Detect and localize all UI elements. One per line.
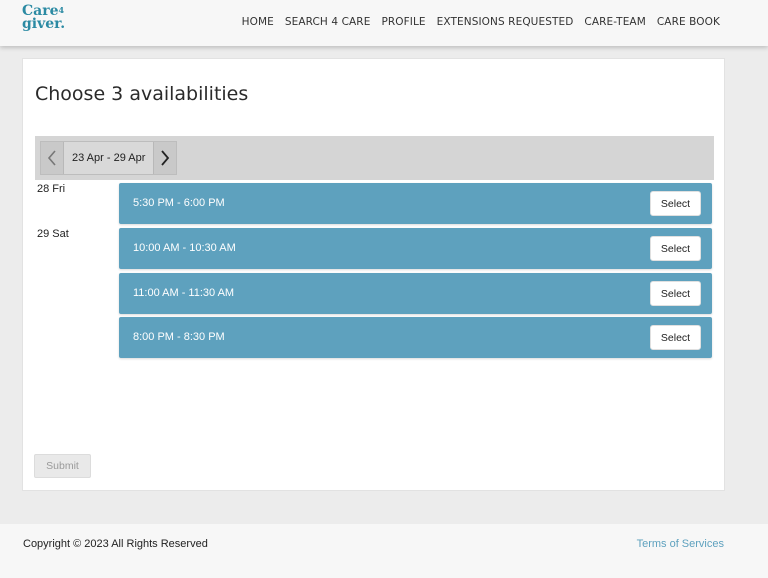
week-navigation-bar: 23 Apr - 29 Apr xyxy=(35,136,714,180)
nav-care-book[interactable]: CARE BOOK xyxy=(657,16,720,28)
slot-time: 10:00 AM - 10:30 AM xyxy=(133,242,236,254)
time-slot[interactable]: 10:00 AM - 10:30 AM Select xyxy=(119,228,712,269)
select-button[interactable]: Select xyxy=(650,191,701,216)
select-button[interactable]: Select xyxy=(650,281,701,306)
week-selector: 23 Apr - 29 Apr xyxy=(40,141,178,175)
nav-extensions-requested[interactable]: EXTENSIONS REQUESTED xyxy=(437,16,574,28)
availability-card: Choose 3 availabilities 23 Apr - 29 Apr … xyxy=(22,58,725,491)
chevron-left-icon xyxy=(47,150,56,166)
time-slot[interactable]: 11:00 AM - 11:30 AM Select xyxy=(119,273,712,314)
chevron-right-icon xyxy=(161,150,170,166)
nav-care-team[interactable]: CARE-TEAM xyxy=(584,16,645,28)
top-header: Care4 giver. HOME SEARCH 4 CARE PROFILE … xyxy=(0,0,768,46)
page-footer: Copyright © 2023 All Rights Reserved Ter… xyxy=(0,524,768,578)
caregiver-logo[interactable]: Care4 giver. xyxy=(22,4,66,32)
slot-time: 11:00 AM - 11:30 AM xyxy=(133,287,235,299)
slot-time: 8:00 PM - 8:30 PM xyxy=(133,331,225,343)
main-nav: HOME SEARCH 4 CARE PROFILE EXTENSIONS RE… xyxy=(242,16,720,28)
day-label-sat: 29 Sat xyxy=(37,228,69,240)
prev-week-button[interactable] xyxy=(41,142,64,174)
nav-home[interactable]: HOME xyxy=(242,16,274,28)
submit-button[interactable]: Submit xyxy=(34,454,91,478)
nav-profile[interactable]: PROFILE xyxy=(381,16,425,28)
select-button[interactable]: Select xyxy=(650,236,701,261)
select-button[interactable]: Select xyxy=(650,325,701,350)
time-slot[interactable]: 8:00 PM - 8:30 PM Select xyxy=(119,317,712,358)
next-week-button[interactable] xyxy=(153,142,177,174)
logo-superscript: 4 xyxy=(58,5,65,15)
week-range: 23 Apr - 29 Apr xyxy=(64,142,154,174)
copyright-text: Copyright © 2023 All Rights Reserved xyxy=(23,538,208,550)
terms-of-services-link[interactable]: Terms of Services xyxy=(637,538,724,550)
slot-time: 5:30 PM - 6:00 PM xyxy=(133,197,225,209)
day-label-fri: 28 Fri xyxy=(37,183,66,195)
page-title: Choose 3 availabilities xyxy=(35,83,249,105)
nav-search-4-care[interactable]: SEARCH 4 CARE xyxy=(285,16,371,28)
logo-line2: giver. xyxy=(22,16,66,32)
time-slot[interactable]: 5:30 PM - 6:00 PM Select xyxy=(119,183,712,224)
